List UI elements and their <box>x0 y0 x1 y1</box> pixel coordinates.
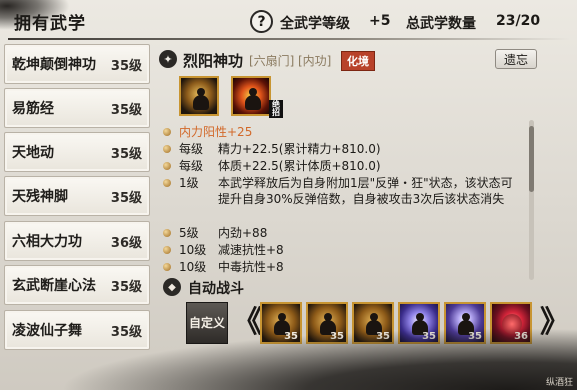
skill-level: 35级 <box>110 191 142 206</box>
flame-monk-icon <box>245 88 261 110</box>
page-title: 拥有武学 <box>14 14 86 34</box>
effect-value: 内力阳性+25 <box>179 125 253 139</box>
skill-list-item[interactable]: 玄武断崖心法 35级 <box>4 265 150 305</box>
meditating-monk-icon <box>193 88 209 110</box>
chevron-right-icon[interactable]: 》 <box>540 306 570 340</box>
effect-value: 精力+22.5(累计精力+810.0) <box>218 142 381 156</box>
bullet-icon <box>163 263 171 271</box>
header: 拥有武学 ? 全武学等级 +5 总武学数量 23/20 <box>0 0 577 42</box>
auto-battle-icon: ◆ <box>163 278 181 296</box>
global-level-value: +5 <box>369 13 391 29</box>
bullet-icon <box>163 246 171 254</box>
effect-label: 5级 <box>179 226 199 240</box>
skill-list-item[interactable]: 凌波仙子舞 35级 <box>4 310 150 350</box>
battle-slot[interactable]: 35 <box>260 302 302 344</box>
skill-name: 易筋经 <box>12 101 54 117</box>
effect-value: 中毒抗性+8 <box>218 260 284 274</box>
compass-icon: ✦ <box>159 50 177 68</box>
scroll-thumb[interactable] <box>529 126 534 192</box>
skill-level: 35级 <box>110 147 142 162</box>
effect-label: 每级 <box>179 142 204 156</box>
skill-list: 乾坤颠倒神功 35级 易筋经 35级 天地动 35级 天残神脚 35级 六相大力… <box>4 44 150 390</box>
effect-scrollbar[interactable] <box>529 120 534 280</box>
ultimate-badge: 绝招 <box>269 100 283 118</box>
global-level-label: 全武学等级 <box>280 16 350 32</box>
battle-slot[interactable]: 35 <box>444 302 486 344</box>
skill-list-item[interactable]: 易筋经 35级 <box>4 88 150 128</box>
slot-level: 35 <box>376 331 390 342</box>
skill-level: 35级 <box>110 325 142 340</box>
chevron-left-icon[interactable]: 《 <box>232 306 262 340</box>
skill-name: 玄武断崖心法 <box>12 278 96 294</box>
help-icon[interactable]: ? <box>250 10 273 33</box>
effect-value: 内劲+88 <box>218 226 268 240</box>
slot-level: 35 <box>330 331 344 342</box>
effect-label: 10级 <box>179 243 207 257</box>
skill-name: 凌波仙子舞 <box>12 323 82 339</box>
skill-type-tag: [内功] <box>298 54 332 68</box>
total-skills-value: 23/20 <box>496 13 541 29</box>
auto-battle-label: 自动战斗 <box>188 281 244 297</box>
skill-level: 36级 <box>110 236 142 251</box>
skill-list-item[interactable]: 天地动 35级 <box>4 132 150 172</box>
slot-level: 35 <box>468 331 482 342</box>
bullet-icon <box>163 162 171 170</box>
effect-list[interactable]: 内力阳性+25 每级 精力+22.5(累计精力+810.0) 每级 体质+22.… <box>161 124 527 288</box>
game-panel: 拥有武学 ? 全武学等级 +5 总武学数量 23/20 乾坤颠倒神功 35级 易… <box>0 0 577 390</box>
header-divider <box>8 38 570 40</box>
skill-name: 六相大力功 <box>12 234 82 250</box>
skill-level: 35级 <box>110 59 142 74</box>
effect-value: 本武学释放后为自身附加1层"反弹・狂"状态，该状态可提升自身30%反弹倍数，自身… <box>218 176 513 206</box>
slot-level: 36 <box>514 331 528 342</box>
bullet-icon <box>163 179 171 187</box>
effect-value: 体质+22.5(累计体质+810.0) <box>218 159 381 173</box>
effect-label: 1级 <box>179 176 199 190</box>
effect-label: 10级 <box>179 260 207 274</box>
battle-slot[interactable]: 35 <box>306 302 348 344</box>
battle-slot[interactable]: 36 <box>490 302 532 344</box>
skill-list-item[interactable]: 乾坤颠倒神功 35级 <box>4 44 150 84</box>
skill-level: 35级 <box>110 280 142 295</box>
ultimate-art-icon[interactable] <box>231 76 271 116</box>
skill-name: 天残神脚 <box>12 189 68 205</box>
skill-art-icon[interactable] <box>179 76 219 116</box>
bullet-icon <box>163 128 171 136</box>
skill-realm-tag: 化境 <box>341 51 375 71</box>
bullet-icon <box>163 229 171 237</box>
custom-button[interactable]: 自定义 <box>186 302 228 344</box>
battle-slot[interactable]: 35 <box>398 302 440 344</box>
battle-slot[interactable]: 35 <box>352 302 394 344</box>
auto-battle-header: ◆ 自动战斗 <box>162 276 542 300</box>
forget-button[interactable]: 遗忘 <box>495 49 537 69</box>
effect-value: 减速抗性+8 <box>218 243 284 257</box>
skill-list-item[interactable]: 六相大力功 36级 <box>4 221 150 261</box>
skill-name: 乾坤颠倒神功 <box>12 57 96 73</box>
skill-level: 35级 <box>110 103 142 118</box>
skill-detail-panel: ✦ 烈阳神功 [六扇门] [内功] 化境 遗忘 绝招 内力阳性+25 每级 精力… <box>155 44 540 290</box>
total-skills-label: 总武学数量 <box>406 16 476 32</box>
skill-name: 天地动 <box>12 145 54 161</box>
skill-list-item[interactable]: 天残神脚 35级 <box>4 176 150 216</box>
corner-caption: 纵酒狂 <box>545 378 573 388</box>
bullet-icon <box>163 145 171 153</box>
effect-label: 每级 <box>179 159 204 173</box>
skill-detail-name: 烈阳神功 <box>183 52 244 70</box>
slot-level: 35 <box>284 331 298 342</box>
skill-sect-tag: [六扇门] <box>249 54 295 68</box>
slot-level: 35 <box>422 331 436 342</box>
